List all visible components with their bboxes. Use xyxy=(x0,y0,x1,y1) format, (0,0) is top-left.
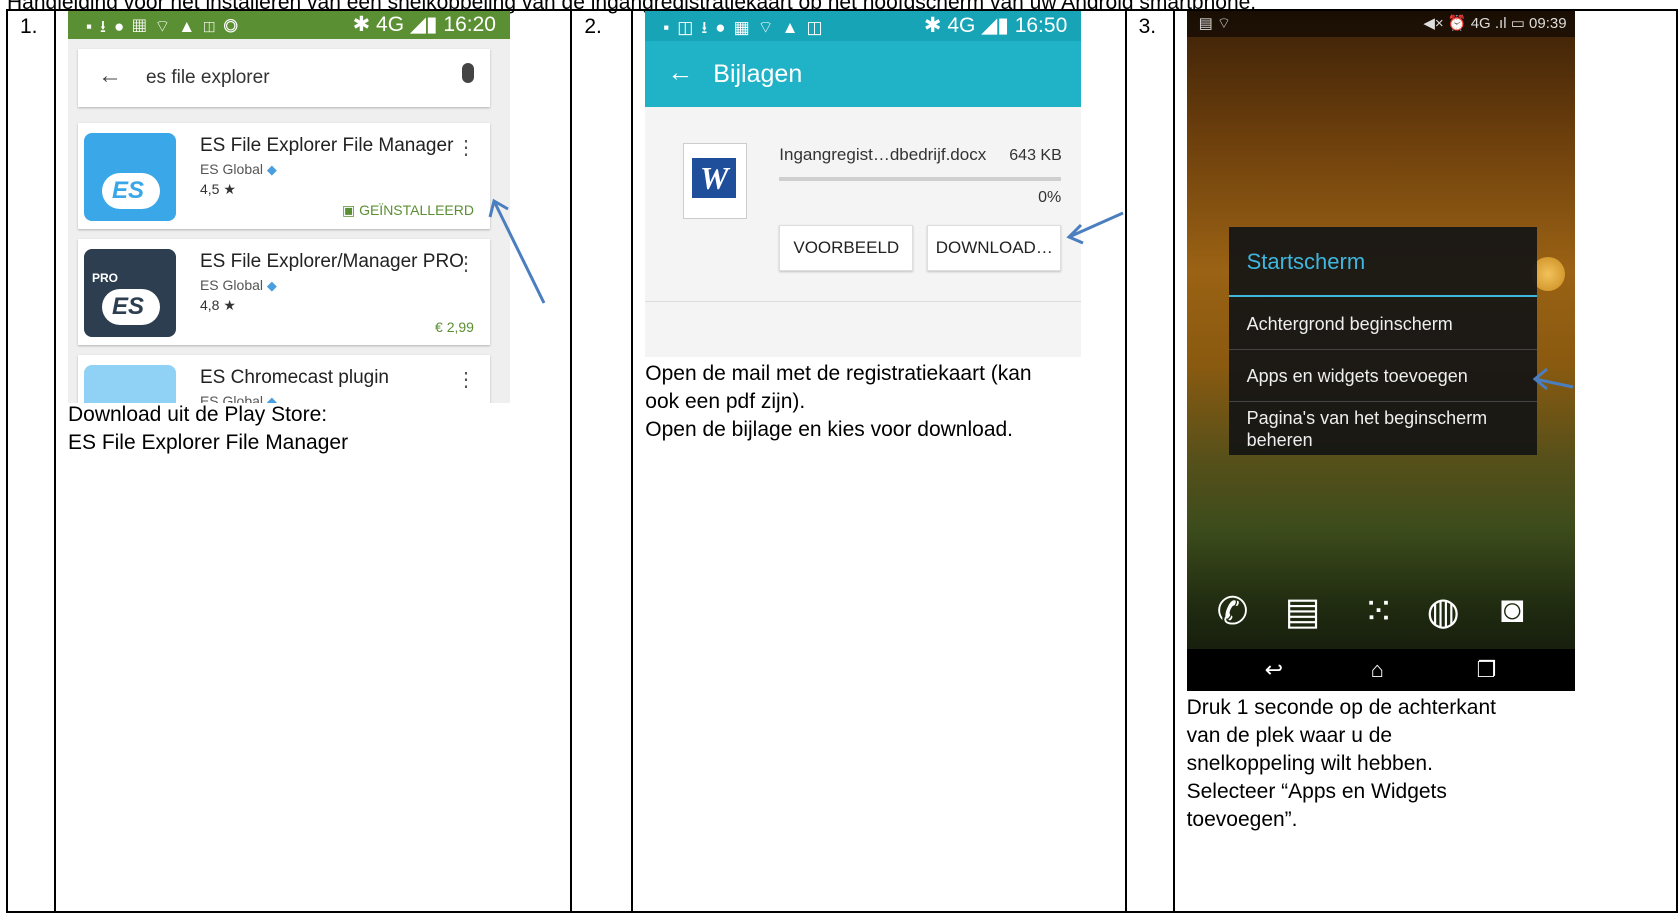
back-arrow-icon[interactable]: ← xyxy=(667,57,693,88)
status-bar: ▪⭳●▦⌔▲◫◎ ✱ 4G ◢▮ 16:20 xyxy=(67,11,510,39)
status-icons-left: ▤ ⌔ xyxy=(1198,15,1232,32)
pro-tag: PRO xyxy=(91,271,118,285)
step-number: 3. xyxy=(1138,15,1157,38)
es-file-explorer-icon: ES xyxy=(83,133,176,221)
download-progress-bar xyxy=(779,177,1062,181)
installed-label: ▣ GEÏNSTALLEERD xyxy=(341,202,474,218)
pointer-arrow-icon xyxy=(1532,367,1573,391)
app-rating: 4,5 ★ xyxy=(199,181,236,197)
app-price: € 2,99 xyxy=(435,319,474,335)
app-developer: ES Global ◆ xyxy=(199,277,277,293)
step-content-cell: ▤ ⌔ ◀× ⏰ 4G .ıl ▭ 09:39 Startscherm Acht… xyxy=(1172,9,1678,913)
app-result-card[interactable]: ES Chromecast plugin ES Global ◆ ⋮ xyxy=(77,355,490,403)
step-number-cell: 1. xyxy=(6,9,56,913)
pointer-arrow-icon xyxy=(488,198,546,304)
attachment-filename: Ingangregist…dbedrijf.docx xyxy=(779,145,987,164)
context-menu-title: Startscherm xyxy=(1246,249,1366,274)
app-name: ES Chromecast plugin xyxy=(199,367,390,388)
app-developer: ES Global ◆ xyxy=(199,161,277,177)
context-menu: Startscherm Achtergrond beginscherm Apps… xyxy=(1228,227,1537,455)
back-arrow-icon[interactable]: ← xyxy=(98,62,122,90)
navigation-bar: ↩ ⌂ ❐ xyxy=(1186,649,1575,691)
overflow-menu-icon[interactable]: ⋮ xyxy=(456,135,476,160)
search-input[interactable]: es file explorer xyxy=(146,67,270,89)
messages-icon[interactable]: ▤ xyxy=(1285,589,1321,634)
menu-item-add-apps-widgets[interactable]: Apps en widgets toevoegen xyxy=(1247,365,1527,387)
es-file-explorer-pro-icon: PRO ES xyxy=(83,249,176,337)
menu-item-manage-pages[interactable]: Pagina's van het beginscherm beheren xyxy=(1247,407,1527,451)
step-caption: Druk 1 seconde op de achterkant van de p… xyxy=(1186,696,1496,831)
divider xyxy=(645,301,1082,302)
status-clock: ✱ 4G ◢▮ 16:20 xyxy=(352,13,496,36)
es-chromecast-plugin-icon xyxy=(83,365,176,403)
recent-apps-icon[interactable]: ❐ xyxy=(1477,657,1497,683)
steps-table: 1. ▪⭳●▦⌔▲◫◎ ✱ 4G ◢▮ 16:20 ← es file expl… xyxy=(6,9,1678,913)
overflow-menu-icon[interactable]: ⋮ xyxy=(456,367,476,392)
search-bar[interactable]: ← es file explorer xyxy=(77,49,490,107)
word-document-icon: W xyxy=(683,143,748,219)
app-rating: 4,8 ★ xyxy=(199,297,236,313)
step-content-cell: ▪⭳●▦⌔▲◫◎ ✱ 4G ◢▮ 16:20 ← es file explore… xyxy=(53,9,573,913)
browser-globe-icon[interactable]: ◍ xyxy=(1427,589,1460,634)
app-result-card[interactable]: PRO ES ES File Explorer/Manager PRO ES G… xyxy=(77,239,490,345)
phone-icon[interactable]: ✆ xyxy=(1217,589,1249,634)
attachment-panel: W Ingangregist…dbedrijf.docx 643 KB 0% V… xyxy=(645,107,1082,357)
homescreen-wallpaper[interactable]: ▤ ⌔ ◀× ⏰ 4G .ıl ▭ 09:39 Startscherm Acht… xyxy=(1186,11,1575,691)
camera-icon[interactable]: ◙ xyxy=(1501,589,1524,632)
playstore-results: ← es file explorer ES ES File Explorer F… xyxy=(67,39,510,403)
title-divider xyxy=(1228,295,1537,297)
preview-button[interactable]: VOORBEELD xyxy=(779,225,914,271)
app-drawer-icon[interactable]: ⁙ xyxy=(1363,589,1395,634)
verified-badge-icon: ◆ xyxy=(266,278,277,293)
status-bar: ▪◫⭳●▦⌔▲◫ ✱ 4G ◢▮ 16:50 xyxy=(645,11,1082,41)
step-caption: Download uit de Play Store: ES File Expl… xyxy=(67,403,349,454)
notification-icons: ▪◫⭳●▦⌔▲◫ xyxy=(663,18,831,37)
app-result-card[interactable]: ES ES File Explorer File Manager ES Glob… xyxy=(77,123,490,229)
app-name: ES File Explorer/Manager PRO xyxy=(199,251,464,272)
status-clock: ◀× ⏰ 4G .ıl ▭ 09:39 xyxy=(1423,15,1567,32)
step-number-cell: 2. xyxy=(570,9,634,913)
microphone-icon[interactable] xyxy=(461,63,474,83)
playstore-screenshot: ▪⭳●▦⌔▲◫◎ ✱ 4G ◢▮ 16:20 ← es file explore… xyxy=(67,11,510,403)
attachment-size: 643 KB xyxy=(1009,147,1062,164)
app-name: ES File Explorer File Manager xyxy=(199,135,454,156)
step-number: 2. xyxy=(584,15,602,38)
android-homescreen-screenshot: ▤ ⌔ ◀× ⏰ 4G .ıl ▭ 09:39 Startscherm Acht… xyxy=(1186,11,1575,691)
step-content-cell: ▪◫⭳●▦⌔▲◫ ✱ 4G ◢▮ 16:50 ← Bijlagen W Inga… xyxy=(631,9,1127,913)
download-progress-text: 0% xyxy=(1038,189,1062,206)
menu-item-wallpaper[interactable]: Achtergrond beginscherm xyxy=(1247,313,1527,335)
home-icon[interactable]: ⌂ xyxy=(1371,657,1384,683)
step-caption: Open de mail met de registratiekaart (ka… xyxy=(645,362,1032,441)
app-bar: ← Bijlagen xyxy=(645,41,1082,107)
status-clock: ✱ 4G ◢▮ 16:50 xyxy=(923,14,1068,37)
app-bar-title: Bijlagen xyxy=(713,60,803,88)
step-number: 1. xyxy=(20,15,38,38)
download-button[interactable]: DOWNLOAD… xyxy=(927,225,1062,271)
status-bar: ▤ ⌔ ◀× ⏰ 4G .ıl ▭ 09:39 xyxy=(1186,11,1575,37)
verified-badge-icon: ◆ xyxy=(266,162,277,177)
app-dock: ✆ ▤ ⁙ ◍ ◙ xyxy=(1187,589,1575,649)
pointer-arrow-icon xyxy=(1066,211,1124,245)
back-icon[interactable]: ↩ xyxy=(1265,657,1283,683)
overflow-menu-icon[interactable]: ⋮ xyxy=(456,251,476,276)
mail-attachments-screenshot: ▪◫⭳●▦⌔▲◫ ✱ 4G ◢▮ 16:50 ← Bijlagen W Inga… xyxy=(645,11,1082,357)
step-number-cell: 3. xyxy=(1124,9,1175,913)
